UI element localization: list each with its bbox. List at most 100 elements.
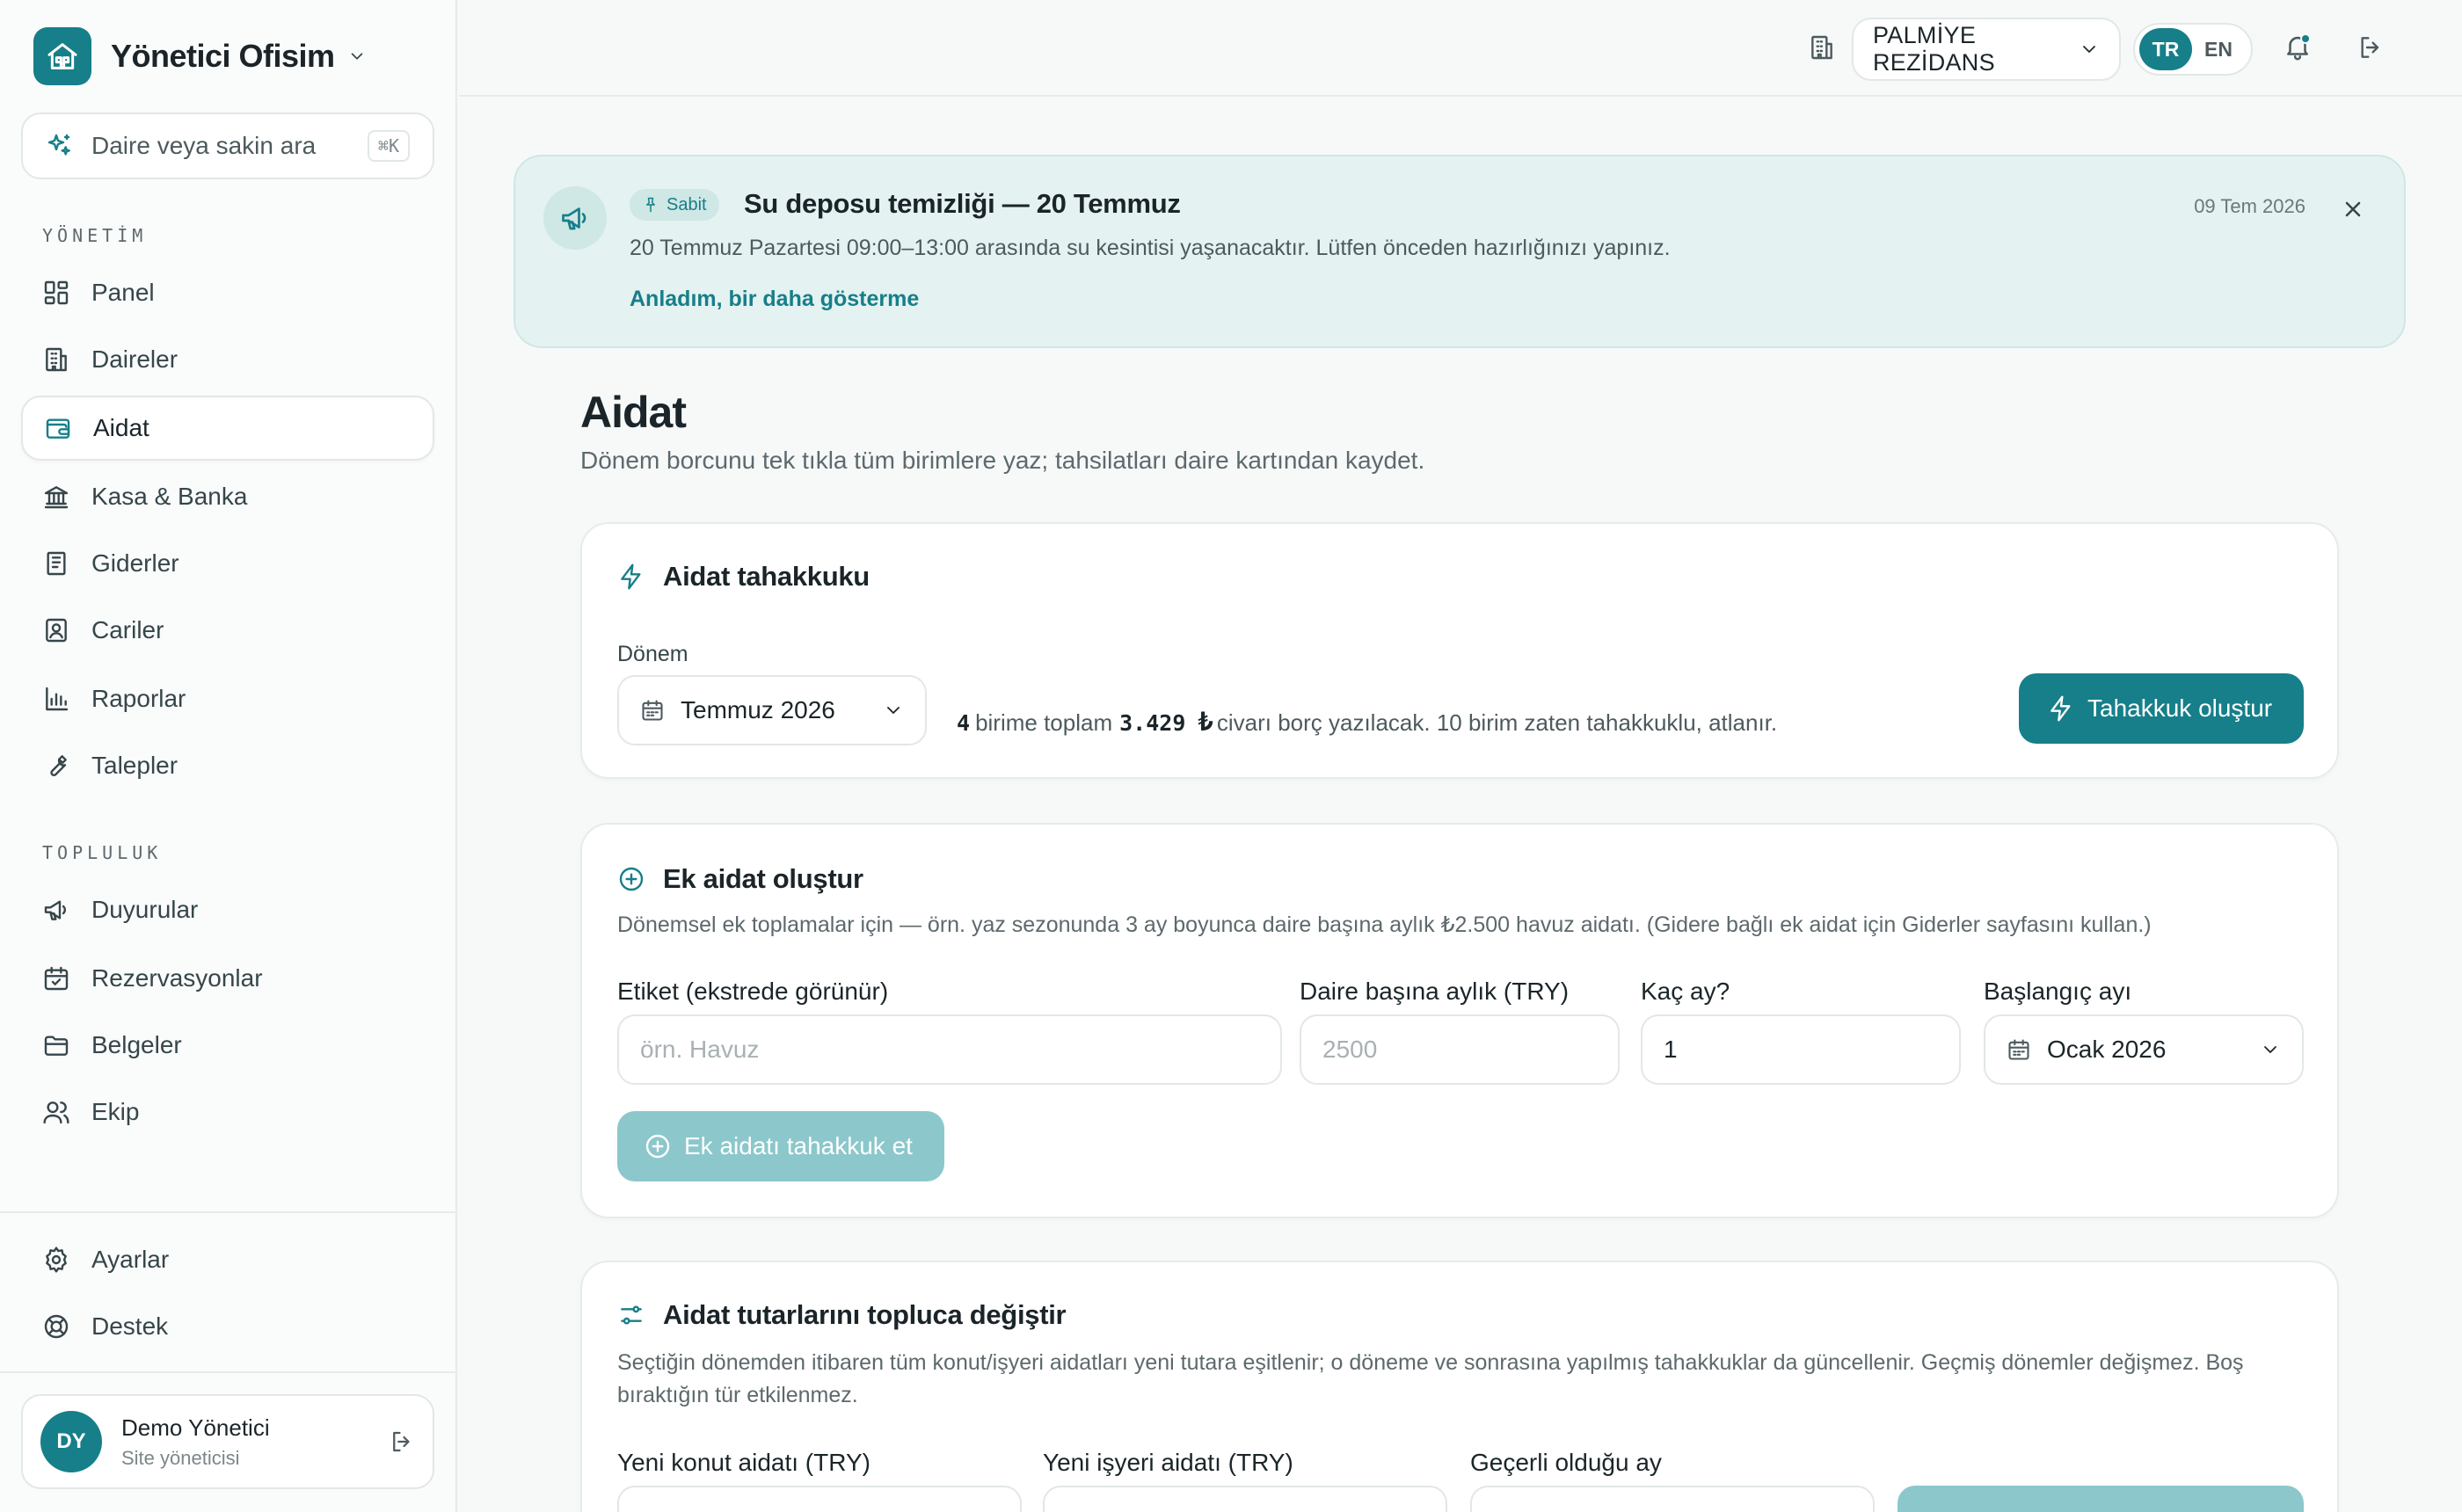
dismiss-link[interactable]: Anladım, bir daha gösterme (630, 287, 919, 312)
calendar-icon (640, 698, 665, 723)
sidebar-item-label: Cariler (91, 616, 164, 643)
bell-icon[interactable] (2283, 32, 2313, 62)
lang-tr-button[interactable]: TR (2139, 28, 2192, 70)
gear-icon (42, 1246, 70, 1274)
extra-dues-card: Ek aidat oluştur Dönemsel ek toplamalar … (580, 823, 2339, 1218)
sidebar-item-label: Rezervasyonlar (91, 964, 263, 992)
accrual-summary: 4 birime toplam 3.429 ₺ civarı borç yazı… (957, 707, 1777, 737)
search-shortcut: ⌘K (367, 130, 410, 162)
sidebar-item-panel[interactable]: Panel (21, 260, 434, 325)
sidebar-item-label: Belgeler (91, 1031, 182, 1058)
sidebar-item-kasa-banka[interactable]: Kasa & Banka (21, 464, 434, 529)
bar-chart-icon (42, 685, 70, 713)
create-accrual-button[interactable]: Tahakkuk oluştur (2019, 673, 2304, 744)
announcement-title: Su deposu temizliği — 20 Temmuz (744, 188, 1181, 219)
calendar-icon (42, 964, 70, 992)
summary-count: 4 (957, 710, 971, 736)
accrual-title: Aidat tahakkuku (663, 561, 870, 592)
extra-description: Dönemsel ek toplamalar için — örn. yaz s… (617, 912, 2152, 937)
wrench-icon (42, 752, 70, 780)
bulk-description: Seçtiğin dönemden itibaren tüm konut/işy… (617, 1350, 2244, 1407)
sidebar-item-talepler[interactable]: Talepler (21, 733, 434, 798)
lang-en-button[interactable]: EN (2192, 28, 2245, 70)
announcement-date: 09 Tem 2026 (2194, 195, 2305, 217)
sliders-icon (617, 1301, 645, 1329)
building-icon (42, 345, 70, 374)
nav-group-community: TOPLULUK (42, 842, 163, 863)
nav-group-management: YÖNETİM (42, 225, 148, 246)
accrual-card-header: Aidat tahakkuku (617, 561, 870, 592)
sidebar-item-destek[interactable]: Destek (21, 1294, 434, 1359)
megaphone-icon (42, 896, 70, 924)
users-icon (42, 1098, 70, 1126)
effective-month-label: Geçerli olduğu ay (1470, 1449, 1662, 1476)
sidebar-item-daireler[interactable]: Daireler (21, 327, 434, 392)
extra-accrue-label: Ek aidatı tahakkuk et (684, 1132, 913, 1159)
sidebar-item-label: Raporlar (91, 685, 186, 712)
sidebar-item-duyurular[interactable]: Duyurular (21, 877, 434, 942)
contact-icon (42, 616, 70, 644)
monthly-field-label: Daire başına aylık (TRY) (1300, 978, 1570, 1005)
logout-icon[interactable] (389, 1428, 415, 1455)
start-month-label: Başlangıç ayı (1984, 978, 2132, 1005)
sidebar-item-cariler[interactable]: Cariler (21, 598, 434, 663)
sidebar-item-aidat[interactable]: Aidat (21, 396, 434, 461)
effective-month-select[interactable] (1470, 1486, 1875, 1512)
sidebar-item-label: Destek (91, 1312, 169, 1340)
brand-switcher[interactable]: Yönetici Ofisim (33, 26, 367, 86)
sidebar-item-ayarlar[interactable]: Ayarlar (21, 1227, 434, 1292)
site-name: PALMİYE REZİDANS (1873, 22, 1995, 76)
residential-input[interactable] (617, 1486, 1022, 1512)
page-title: Aidat (580, 388, 687, 437)
user-name: Demo Yönetici (121, 1414, 270, 1441)
sidebar-item-label: Ayarlar (91, 1246, 170, 1273)
sidebar-item-giderler[interactable]: Giderler (21, 531, 434, 596)
close-icon[interactable] (2341, 197, 2365, 222)
sidebar-item-raporlar[interactable]: Raporlar (21, 666, 434, 731)
chevron-down-icon (2079, 39, 2100, 60)
accrual-card: Aidat tahakkuku Dönem Temmuz 2026 4 biri… (580, 522, 2339, 779)
plus-circle-icon (645, 1134, 670, 1159)
logout-icon[interactable] (2356, 33, 2385, 62)
building-icon (1808, 33, 1836, 62)
user-role: Site yöneticisi (121, 1446, 240, 1469)
site-select[interactable]: PALMİYE REZİDANS (1852, 18, 2121, 81)
sidebar-divider (0, 1211, 457, 1213)
extra-accrue-button[interactable]: Ek aidatı tahakkuk et (617, 1111, 944, 1181)
create-accrual-label: Tahakkuk oluştur (2087, 694, 2273, 722)
lifebuoy-icon (42, 1312, 70, 1341)
plus-circle-icon (617, 865, 645, 893)
bank-icon (42, 483, 70, 511)
folder-icon (42, 1031, 70, 1059)
commercial-input[interactable] (1043, 1486, 1447, 1512)
bulk-apply-button[interactable] (1897, 1486, 2304, 1512)
extra-card-header: Ek aidat oluştur (617, 863, 863, 895)
sidebar-divider (0, 1371, 457, 1373)
monthly-amount-input[interactable]: 2500 (1300, 1014, 1620, 1085)
chevron-down-icon (883, 700, 904, 721)
months-input[interactable]: 1 (1641, 1014, 1961, 1085)
pinned-badge: Sabit (630, 189, 719, 221)
start-month-value: Ocak 2026 (2047, 1036, 2167, 1063)
search-input[interactable]: Daire veya sakin ara ⌘K (21, 113, 434, 179)
sidebar-item-belgeler[interactable]: Belgeler (21, 1013, 434, 1078)
receipt-icon (42, 549, 70, 578)
megaphone-icon (543, 186, 607, 250)
label-input[interactable]: örn. Havuz (617, 1014, 1282, 1085)
bulk-card-header: Aidat tutarlarını topluca değiştir (617, 1299, 1067, 1331)
brand-name: Yönetici Ofisim (111, 38, 335, 74)
summary-amount: 3.429 (1119, 710, 1186, 736)
sidebar-item-label: Duyurular (91, 896, 199, 923)
summary-rest: civarı borç yazılacak. 10 birim zaten ta… (1216, 709, 1778, 736)
sidebar-item-label: Daireler (91, 345, 178, 373)
period-label: Dönem (617, 642, 688, 666)
start-month-select[interactable]: Ocak 2026 (1984, 1014, 2304, 1085)
sidebar-item-ekip[interactable]: Ekip (21, 1079, 434, 1145)
sidebar-item-rezervasyonlar[interactable]: Rezervasyonlar (21, 946, 434, 1011)
period-select[interactable]: Temmuz 2026 (617, 675, 927, 745)
notification-dot (2300, 33, 2311, 44)
pinned-label: Sabit (666, 194, 707, 214)
chevron-down-icon (2260, 1039, 2281, 1060)
sidebar-item-label: Kasa & Banka (91, 483, 248, 510)
sidebar: Yönetici Ofisim Daire veya sakin ara ⌘K … (0, 0, 457, 1512)
